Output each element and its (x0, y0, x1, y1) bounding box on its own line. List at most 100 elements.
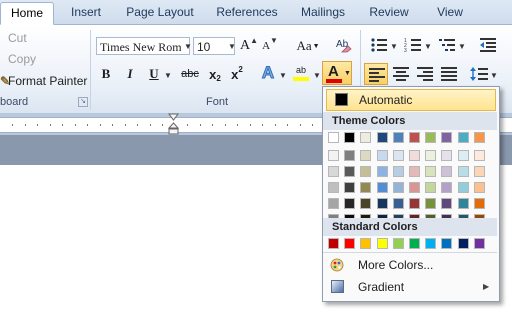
theme-color-shade-swatch[interactable] (344, 182, 355, 193)
italic-button[interactable]: I (122, 65, 138, 83)
theme-color-swatch[interactable] (393, 132, 404, 143)
theme-color-swatch[interactable] (425, 132, 436, 143)
theme-color-shade-swatch[interactable] (344, 166, 355, 177)
theme-color-shade-swatch[interactable] (344, 198, 355, 209)
chevron-down-icon[interactable]: ▼ (424, 42, 432, 51)
theme-color-shade-swatch[interactable] (458, 166, 469, 177)
chevron-down-icon[interactable]: ▼ (279, 71, 287, 80)
theme-color-shade-swatch[interactable] (441, 150, 452, 161)
more-colors-option[interactable]: More Colors... (323, 255, 497, 275)
text-effects-button[interactable]: A (258, 63, 278, 83)
theme-color-swatch[interactable] (409, 132, 420, 143)
superscript-button[interactable]: x2 (228, 65, 246, 83)
theme-color-shade-swatch[interactable] (409, 150, 420, 161)
change-case-button[interactable]: Aa ▼ (294, 36, 322, 56)
standard-color-swatch[interactable] (474, 238, 485, 249)
theme-color-shade-swatch[interactable] (360, 150, 371, 161)
theme-color-shade-swatch[interactable] (458, 198, 469, 209)
bullets-button[interactable] (368, 35, 390, 55)
shrink-font-button[interactable]: A ▼ (261, 36, 279, 56)
theme-color-shade-swatch[interactable] (393, 182, 404, 193)
copy-button[interactable]: Copy (0, 52, 36, 66)
theme-color-swatch[interactable] (328, 132, 339, 143)
theme-color-shade-swatch[interactable] (377, 150, 388, 161)
gradient-option[interactable]: Gradient ▶ (323, 277, 497, 297)
theme-color-shade-swatch[interactable] (328, 182, 339, 193)
standard-color-swatch[interactable] (458, 238, 469, 249)
standard-color-swatch[interactable] (377, 238, 388, 249)
tab-review[interactable]: Review (362, 2, 416, 23)
theme-color-shade-swatch[interactable] (425, 150, 436, 161)
clear-formatting-button[interactable]: Ab (334, 35, 354, 55)
theme-color-shade-swatch[interactable] (360, 182, 371, 193)
standard-color-swatch[interactable] (409, 238, 420, 249)
standard-color-swatch[interactable] (425, 238, 436, 249)
standard-color-swatch[interactable] (441, 238, 452, 249)
chevron-down-icon[interactable]: ▼ (490, 71, 498, 80)
tab-references[interactable]: References (208, 2, 286, 23)
strikethrough-button[interactable]: abc (178, 65, 202, 83)
decrease-indent-button[interactable] (478, 35, 498, 55)
cut-button[interactable]: Cut (0, 31, 27, 45)
underline-button[interactable]: U (146, 65, 162, 83)
theme-color-shade-swatch[interactable] (393, 150, 404, 161)
tab-mailings[interactable]: Mailings (292, 2, 354, 23)
subscript-button[interactable]: x2 (206, 65, 224, 84)
theme-color-shade-swatch[interactable] (360, 166, 371, 177)
theme-color-shade-swatch[interactable] (474, 166, 485, 177)
align-right-button[interactable] (414, 63, 436, 85)
theme-color-shade-swatch[interactable] (474, 198, 485, 209)
chevron-down-icon[interactable]: ▼ (458, 42, 466, 51)
tab-view[interactable]: View (428, 2, 472, 23)
theme-color-shade-swatch[interactable] (458, 182, 469, 193)
theme-color-shade-swatch[interactable] (441, 166, 452, 177)
chevron-down-icon[interactable]: ▼ (313, 71, 321, 80)
theme-color-shade-swatch[interactable] (377, 182, 388, 193)
theme-color-shade-swatch[interactable] (409, 182, 420, 193)
theme-color-shade-swatch[interactable] (474, 182, 485, 193)
chevron-down-icon[interactable]: ▼ (390, 42, 398, 51)
theme-color-swatch[interactable] (441, 132, 452, 143)
theme-color-swatch[interactable] (474, 132, 485, 143)
theme-color-shade-swatch[interactable] (344, 150, 355, 161)
line-spacing-button[interactable] (468, 63, 490, 85)
dialog-launcher-icon[interactable]: ↘ (78, 97, 88, 107)
justify-button[interactable] (438, 63, 460, 85)
automatic-color-option[interactable]: Automatic (326, 89, 496, 111)
theme-color-shade-swatch[interactable] (393, 166, 404, 177)
theme-color-shade-swatch[interactable] (377, 198, 388, 209)
center-button[interactable] (390, 63, 412, 85)
theme-color-shade-swatch[interactable] (441, 182, 452, 193)
theme-color-shade-swatch[interactable] (474, 150, 485, 161)
theme-color-swatch[interactable] (377, 132, 388, 143)
numbering-button[interactable]: 1 2 3 (402, 35, 424, 55)
theme-color-shade-swatch[interactable] (425, 166, 436, 177)
theme-color-shade-swatch[interactable] (441, 198, 452, 209)
chevron-down-icon[interactable]: ▼ (184, 42, 192, 51)
theme-color-swatch[interactable] (360, 132, 371, 143)
standard-color-swatch[interactable] (393, 238, 404, 249)
theme-color-shade-swatch[interactable] (328, 198, 339, 209)
theme-color-shade-swatch[interactable] (425, 198, 436, 209)
text-highlight-button[interactable]: ab (290, 62, 312, 84)
multilevel-list-button[interactable] (436, 35, 458, 55)
theme-color-shade-swatch[interactable] (328, 166, 339, 177)
standard-color-swatch[interactable] (360, 238, 371, 249)
indent-marker[interactable] (167, 113, 180, 135)
theme-color-shade-swatch[interactable] (409, 198, 420, 209)
font-name-box[interactable]: Times New Rom (96, 37, 190, 55)
tab-insert[interactable]: Insert (60, 2, 112, 23)
font-color-button[interactable]: A ▼ (322, 61, 352, 85)
theme-color-swatch[interactable] (458, 132, 469, 143)
standard-color-swatch[interactable] (328, 238, 339, 249)
format-painter-button[interactable]: ✎Format Painter (0, 74, 87, 88)
grow-font-button[interactable]: A ▲ (240, 36, 258, 56)
standard-color-swatch[interactable] (344, 238, 355, 249)
theme-color-shade-swatch[interactable] (425, 182, 436, 193)
chevron-down-icon[interactable]: ▼ (164, 71, 172, 80)
tab-home[interactable]: Home (0, 2, 54, 25)
theme-color-shade-swatch[interactable] (458, 150, 469, 161)
chevron-down-icon[interactable]: ▼ (228, 42, 236, 51)
theme-color-shade-swatch[interactable] (328, 150, 339, 161)
bold-button[interactable]: B (98, 65, 114, 83)
